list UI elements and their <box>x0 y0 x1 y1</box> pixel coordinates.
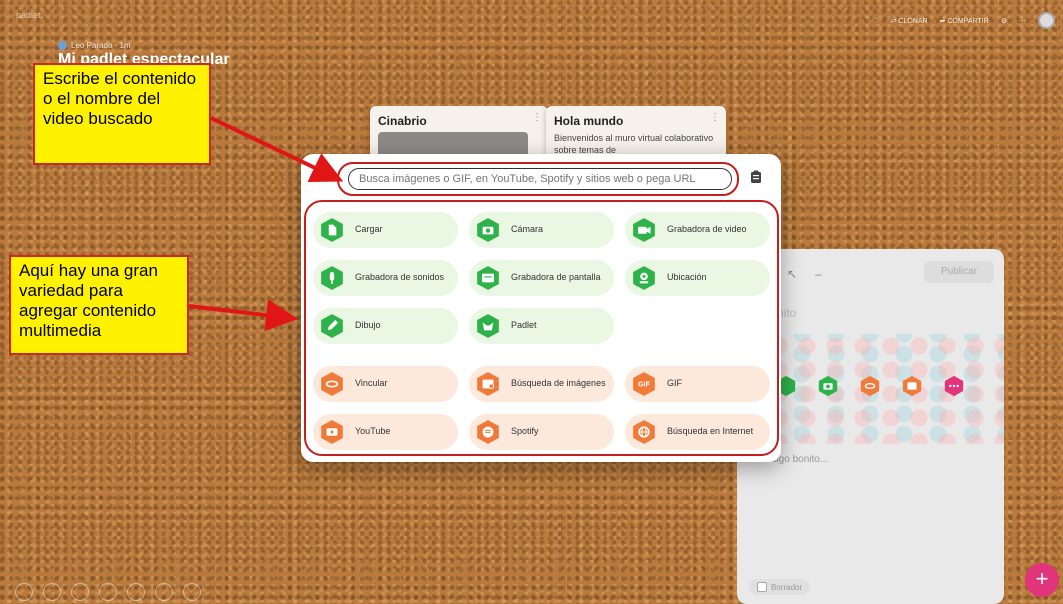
more-menu-icon[interactable]: ⋯ <box>1019 17 1026 25</box>
draft-label: Borrador <box>771 582 803 592</box>
link-option[interactable]: Vincular <box>313 366 458 402</box>
web-search-icon <box>633 420 655 444</box>
heart-icon[interactable]: ♡ <box>872 17 878 25</box>
more-icon[interactable] <box>943 375 965 397</box>
option-label: Búsqueda de imágenes <box>511 378 606 389</box>
draw-icon[interactable] <box>71 583 89 601</box>
annotation-options: Aquí hay una gran variedad para agregar … <box>9 255 189 355</box>
back-icon[interactable] <box>15 583 33 601</box>
author-line: Leo Parada · 1m <box>58 41 131 50</box>
shape-icon[interactable] <box>155 583 173 601</box>
link-icon[interactable] <box>859 375 881 397</box>
screen-recorder-option[interactable]: Grabadora de pantalla <box>469 260 614 296</box>
option-label: Grabadora de sonidos <box>355 272 445 283</box>
image-search-icon[interactable] <box>901 375 923 397</box>
option-label: YouTube <box>355 426 391 437</box>
back-arrow-icon[interactable]: ← <box>317 174 327 185</box>
clipboard-icon[interactable] <box>750 170 762 184</box>
option-label: Vincular <box>355 378 388 389</box>
bottom-toolbar <box>15 583 201 601</box>
search-icon[interactable] <box>127 583 145 601</box>
microphone-icon <box>321 266 343 290</box>
youtube-option[interactable]: YouTube <box>313 414 458 450</box>
post-body: Bienvenidos al muro virtual colaborativo… <box>554 133 714 156</box>
location-option[interactable]: Ubicación <box>625 260 770 296</box>
option-label: Cargar <box>355 224 383 235</box>
image-search-option[interactable]: Búsqueda de imágenes <box>469 366 614 402</box>
upload-option[interactable]: Cargar <box>313 212 458 248</box>
settings-gear-icon[interactable]: ⚙ <box>1001 17 1007 25</box>
composer-quick-icons <box>775 375 965 397</box>
location-icon <box>633 266 655 290</box>
padlet-logo[interactable]: padlet <box>16 10 41 20</box>
composer-toolbar: ↖ – <box>787 267 822 281</box>
option-label: Spotify <box>511 426 539 437</box>
top-bar: padlet ♡ ⇄ CLONAR ➦ COMPARTIR ⚙ ⋯ <box>0 0 1063 30</box>
option-label: Cámara <box>511 224 544 235</box>
kebab-menu-icon[interactable]: ⋮ <box>710 112 720 123</box>
link-icon <box>321 372 343 396</box>
audio-recorder-option[interactable]: Grabadora de sonidos <box>313 260 458 296</box>
search-highlight-frame <box>337 162 739 196</box>
padlet-option[interactable]: Padlet <box>469 308 614 344</box>
kebab-menu-icon[interactable]: ⋮ <box>532 112 542 123</box>
option-label: Dibujo <box>355 320 381 331</box>
content-picker-modal: ← Cargar Cámara Grabadora de video Graba… <box>301 154 781 462</box>
minimize-icon[interactable]: – <box>815 267 822 281</box>
video-camera-icon <box>633 218 655 242</box>
screen-recorder-icon <box>477 266 499 290</box>
author-avatar <box>58 41 67 50</box>
post-title: Cinabrio <box>378 114 427 128</box>
option-label: Búsqueda en Internet <box>667 426 754 437</box>
media-search-input[interactable] <box>348 168 732 190</box>
header-actions: ♡ ⇄ CLONAR ➦ COMPARTIR ⚙ ⋯ <box>872 12 1055 29</box>
spotify-icon <box>477 420 499 444</box>
share-button[interactable]: ➦ COMPARTIR <box>940 17 989 25</box>
draft-toggle[interactable]: Borrador <box>749 579 811 595</box>
overflow-icon[interactable] <box>183 583 201 601</box>
camera-icon <box>477 218 499 242</box>
play-icon[interactable] <box>43 583 61 601</box>
padlet-icon <box>477 314 499 338</box>
svg-text:GIF: GIF <box>638 382 650 389</box>
gif-icon: GIF <box>633 372 655 396</box>
author-name: Leo Parada · 1m <box>71 41 131 50</box>
option-label: Ubicación <box>667 272 707 283</box>
publish-button[interactable]: Publicar <box>924 261 994 283</box>
pencil-icon <box>321 314 343 338</box>
youtube-icon <box>321 420 343 444</box>
option-label: Grabadora de video <box>667 224 747 235</box>
option-label: Padlet <box>511 320 537 331</box>
annotation-search: Escribe el contenido o el nombre del vid… <box>33 63 211 165</box>
upload-icon <box>321 218 343 242</box>
option-label: GIF <box>667 378 682 389</box>
arrow-to-options <box>188 299 298 332</box>
user-avatar[interactable] <box>1038 12 1055 29</box>
post-title: Hola mundo <box>554 114 624 128</box>
camera-icon[interactable] <box>817 375 839 397</box>
image-search-icon <box>477 372 499 396</box>
clone-button[interactable]: ⇄ CLONAR <box>891 17 928 25</box>
drawing-option[interactable]: Dibujo <box>313 308 458 344</box>
camera-option[interactable]: Cámara <box>469 212 614 248</box>
gif-option[interactable]: GIF GIF <box>625 366 770 402</box>
add-post-button[interactable]: + <box>1025 563 1059 597</box>
expand-arrow-icon[interactable]: ↖ <box>787 267 797 281</box>
spotify-option[interactable]: Spotify <box>469 414 614 450</box>
gallery-icon[interactable] <box>99 583 117 601</box>
draft-checkbox[interactable] <box>757 582 767 592</box>
web-search-option[interactable]: Búsqueda en Internet <box>625 414 770 450</box>
video-recorder-option[interactable]: Grabadora de video <box>625 212 770 248</box>
option-label: Grabadora de pantalla <box>511 272 601 283</box>
